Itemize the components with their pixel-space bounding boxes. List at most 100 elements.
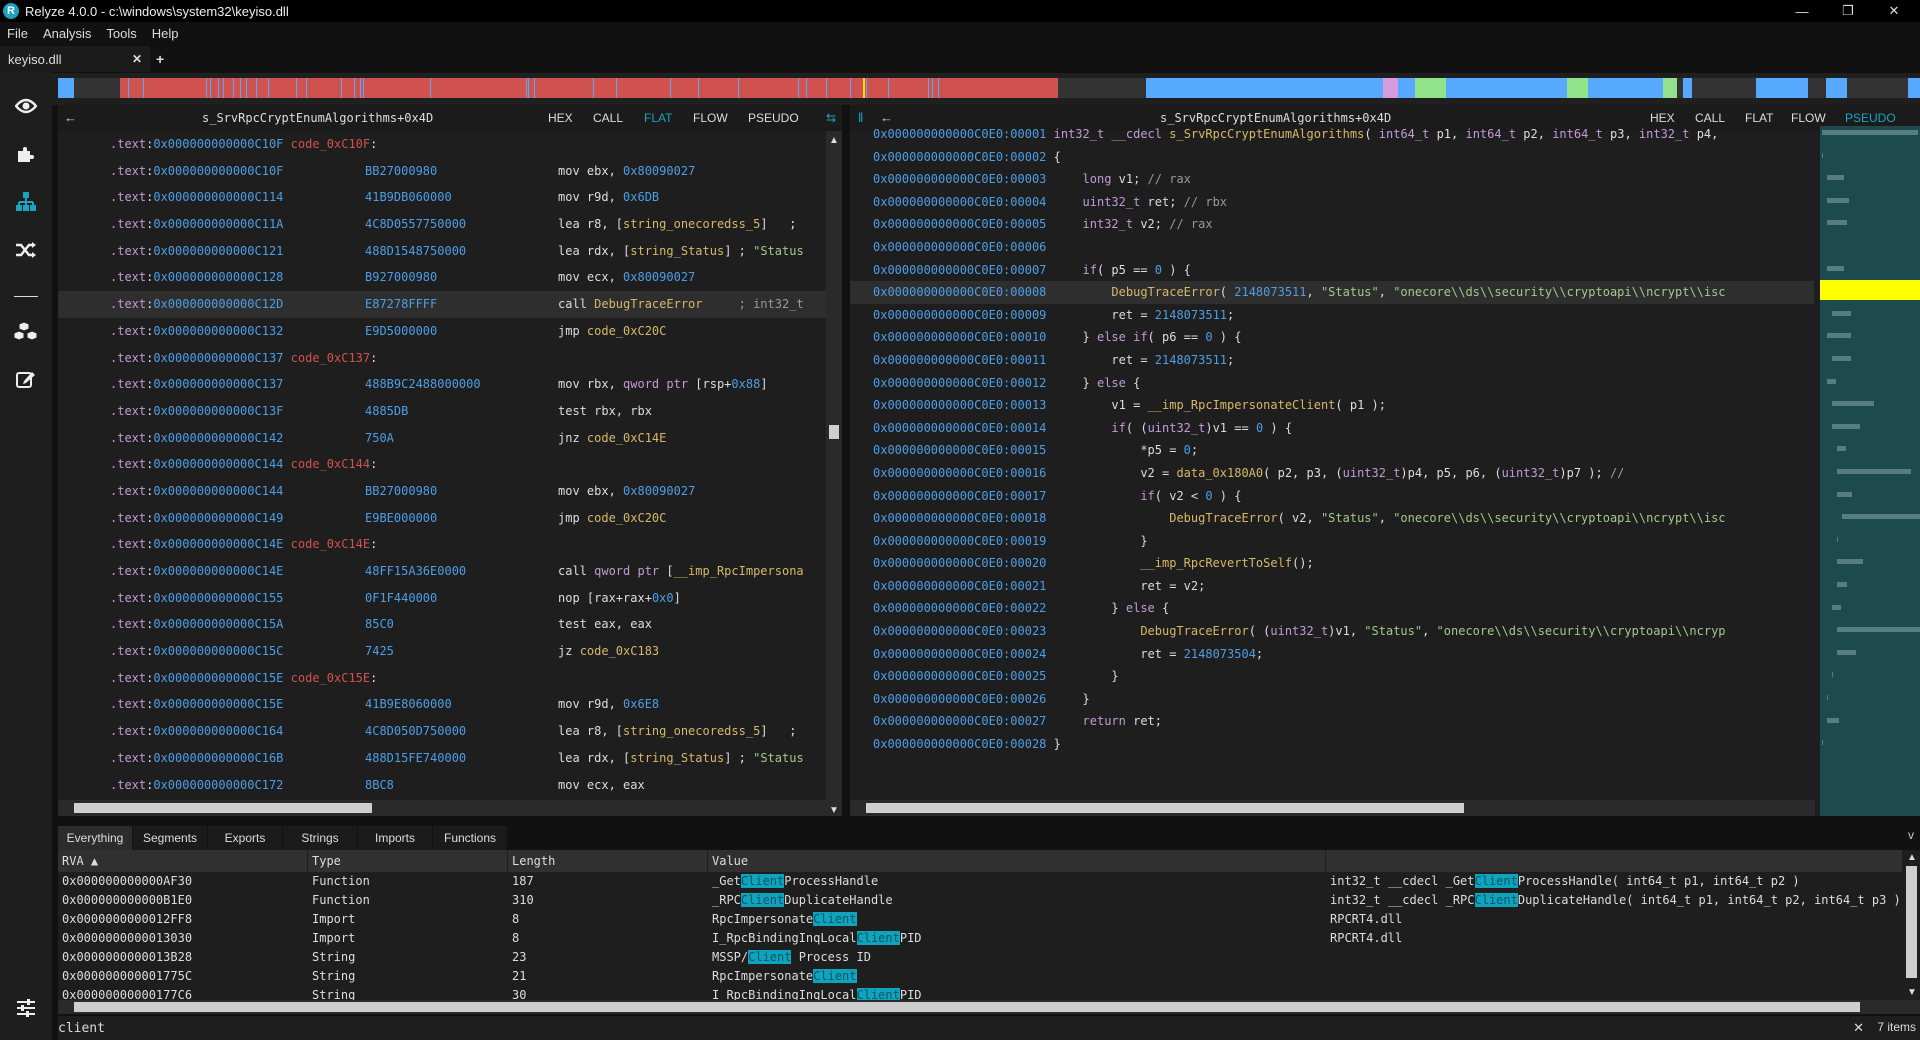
scroll-up-icon[interactable]: ▲ (829, 135, 839, 146)
nav-segment-data[interactable] (1446, 78, 1567, 98)
pseudocode-minimap[interactable] (1820, 126, 1920, 816)
disassembly-line[interactable]: .text:0x000000000000C164 4C8D050D750000 le… (58, 718, 826, 745)
shuffle-icon[interactable] (12, 236, 40, 264)
minimize-button[interactable]: — (1779, 0, 1825, 22)
tab-imports[interactable]: Imports (358, 826, 433, 850)
horizontal-scrollbar[interactable] (58, 800, 826, 816)
tab-everything[interactable]: Everything (58, 826, 133, 850)
scroll-down-icon[interactable]: ▼ (829, 805, 839, 816)
disassembly-line[interactable]: .text:0x000000000000C11A 4C8D0557750000 le… (58, 211, 826, 238)
pseudocode-line[interactable]: 0x000000000000C0E0:00017 if( v2 < 0 ) { (850, 485, 1814, 508)
pseudocode-line[interactable]: 0x000000000000C0E0:00024 ret = 214807350… (850, 643, 1814, 666)
nav-segment-empty[interactable] (1058, 78, 1146, 98)
navigation-strip[interactable] (58, 78, 1920, 98)
scrollbar-thumb[interactable] (74, 803, 372, 813)
code-label-line[interactable]: .text:0x000000000000C10F code_0xC10F: (58, 131, 826, 158)
nav-segment-string[interactable] (1415, 78, 1446, 98)
clear-filter-button[interactable]: ✕ (1853, 1020, 1864, 1036)
nav-segment-data[interactable] (1146, 78, 1383, 98)
tab-call[interactable]: CALL (593, 111, 623, 125)
nav-segment-data[interactable] (1756, 78, 1808, 98)
nav-segment-data[interactable] (1908, 78, 1920, 98)
pseudocode-line[interactable]: 0x000000000000C0E0:00022 } else { (850, 597, 1814, 620)
code-label-line[interactable]: .text:0x000000000000C137 code_0xC137: (58, 345, 826, 372)
horizontal-scrollbar[interactable] (58, 1000, 1920, 1014)
nav-segment-data[interactable] (1826, 78, 1847, 98)
pseudocode-line[interactable]: 0x000000000000C0E0:00004 uint32_t ret; /… (850, 191, 1814, 214)
tab-flat[interactable]: FLAT (644, 111, 672, 125)
column-rva[interactable]: RVA ▲ (58, 850, 308, 872)
pseudocode-line[interactable]: 0x000000000000C0E0:00027 return ret; (850, 710, 1814, 733)
nav-segment-code[interactable] (120, 78, 1058, 98)
table-row[interactable]: 0x0000000000013B28 String 23 MSSP/Client Pr… (58, 948, 1903, 967)
nav-segment-import[interactable] (1383, 78, 1398, 98)
pseudocode-line[interactable]: 0x000000000000C0E0:00020 __imp_RpcRevert… (850, 552, 1814, 575)
code-label-line[interactable]: .text:0x000000000000C14E code_0xC14E: (58, 531, 826, 558)
tab-exports[interactable]: Exports (208, 826, 283, 850)
tab-strings[interactable]: Strings (283, 826, 358, 850)
pseudocode-line[interactable]: 0x000000000000C0E0:00025 } (850, 665, 1814, 688)
disassembly-line[interactable]: .text:0x000000000000C13F 4885DB test rbx, … (58, 398, 826, 425)
pseudocode-line[interactable]: 0x000000000000C0E0:00006 (850, 236, 1814, 259)
tab-hex[interactable]: HEX (548, 111, 573, 125)
disassembly-line[interactable]: .text:0x000000000000C15E 41B9E8060000 mov … (58, 691, 826, 718)
disassembly-line[interactable]: .text:0x000000000000C12D E87278FFFF call D… (58, 291, 826, 318)
scroll-up-icon[interactable]: ▲ (1907, 852, 1917, 863)
disassembly-line[interactable]: .text:0x000000000000C16B 488D15FE740000 le… (58, 745, 826, 772)
pseudocode-line[interactable]: 0x000000000000C0E0:00010 } else if( p6 =… (850, 326, 1814, 349)
column-details[interactable] (1326, 850, 1903, 872)
pseudocode-line[interactable]: 0x000000000000C0E0:00018 DebugTraceError… (850, 507, 1814, 530)
close-tab-icon[interactable]: ✕ (132, 52, 142, 66)
pseudocode-line[interactable]: 0x000000000000C0E0:00023 DebugTraceError… (850, 620, 1814, 643)
add-tab-button[interactable]: + (156, 51, 164, 67)
cubes-icon[interactable] (12, 317, 40, 345)
code-label-line[interactable]: .text:0x000000000000C15E code_0xC15E: (58, 665, 826, 692)
disassembly-line[interactable]: .text:0x000000000000C142 750A jnz code_0xC… (58, 425, 826, 452)
pseudocode-line[interactable]: 0x000000000000C0E0:00028 } (850, 733, 1814, 756)
pseudocode-line[interactable]: 0x000000000000C0E0:00016 v2 = data_0x180… (850, 462, 1814, 485)
pseudocode-line[interactable]: 0x000000000000C0E0:00003 long v1; // rax (850, 168, 1814, 191)
pseudocode-line[interactable]: 0x000000000000C0E0:00014 if( (uint32_t)v… (850, 417, 1814, 440)
disassembly-line[interactable]: .text:0x000000000000C114 41B9DB060000 mov … (58, 184, 826, 211)
close-button[interactable]: ✕ (1871, 0, 1917, 22)
column-type[interactable]: Type (308, 850, 508, 872)
pseudocode-line[interactable]: 0x000000000000C0E0:00021 ret = v2; (850, 575, 1814, 598)
pseudocode-line[interactable]: 0x000000000000C0E0:00015 *p5 = 0; (850, 439, 1814, 462)
pseudocode-line[interactable]: 0x000000000000C0E0:00019 } (850, 530, 1814, 553)
vertical-scrollbar[interactable]: ▲ ▼ (1903, 850, 1920, 1000)
disassembly-lines[interactable]: .text: 0x000000000000C10F code_0xC10F: .te… (58, 131, 826, 798)
disassembly-line[interactable]: .text:0x000000000000C144 BB27000980 mov eb… (58, 478, 826, 505)
nav-segment-data[interactable] (1683, 78, 1692, 98)
table-row[interactable]: 0x000000000001775C String 21 RpcImpersonate… (58, 967, 1903, 986)
disassembly-line[interactable]: .text:0x000000000000C14E 48FF15A36E0000 ca… (58, 558, 826, 585)
vertical-scrollbar[interactable]: ▲ ▼ (826, 131, 842, 816)
pseudocode-line[interactable]: 0x000000000000C0E0:00005 int32_t v2; // … (850, 213, 1814, 236)
pseudocode-line[interactable]: 0x000000000000C0E0:00013 v1 = __imp_RpcI… (850, 394, 1814, 417)
tab-functions[interactable]: Functions (433, 826, 508, 850)
table-row[interactable]: 0x0000000000013030 Import 8 I_RpcBindingInq… (58, 929, 1903, 948)
disassembly-line[interactable]: .text:0x000000000000C121 488D1548750000 le… (58, 238, 826, 265)
nav-segment-data[interactable] (1588, 78, 1663, 98)
tab-segments[interactable]: Segments (133, 826, 208, 850)
pseudocode-line[interactable]: 0x000000000000C0E0:00002 { (850, 146, 1814, 169)
tab-pseudo[interactable]: PSEUDO (1845, 111, 1896, 125)
menu-tools[interactable]: Tools (106, 26, 136, 41)
pseudocode-line[interactable]: 0x000000000000C0E0:00009 ret = 214807351… (850, 304, 1814, 327)
code-label-line[interactable]: .text:0x000000000000C144 code_0xC144: (58, 451, 826, 478)
restore-button[interactable]: ❐ (1825, 0, 1871, 22)
disassembly-line[interactable]: .text:0x000000000000C15C 7425 jz code_0xC1… (58, 638, 826, 665)
menu-help[interactable]: Help (152, 26, 179, 41)
tab-flow[interactable]: FLOW (693, 111, 728, 125)
pseudocode-line[interactable]: 0x000000000000C0E0:00011 ret = 214807351… (850, 349, 1814, 372)
back-button[interactable]: ← (64, 110, 77, 125)
table-row[interactable]: 0x0000000000012FF8 Import 8 RpcImpersonateC… (58, 910, 1903, 929)
nav-segment-string[interactable] (1567, 78, 1588, 98)
disassembly-line[interactable]: .text:0x000000000000C10F BB27000980 mov eb… (58, 158, 826, 185)
horizontal-scrollbar[interactable] (850, 800, 1815, 816)
nav-segment-data[interactable] (58, 78, 74, 98)
disassembly-line[interactable]: .text:0x000000000000C132 E9D5000000 jmp co… (58, 318, 826, 345)
tab-pseudo[interactable]: PSEUDO (748, 111, 799, 125)
disassembly-line[interactable]: .text:0x000000000000C15A 85C0 test eax, ea… (58, 611, 826, 638)
eye-icon[interactable] (12, 92, 40, 120)
pseudocode-lines[interactable]: 0x000000000000C0E0:00001 int32_t __cdecl… (850, 123, 1814, 756)
